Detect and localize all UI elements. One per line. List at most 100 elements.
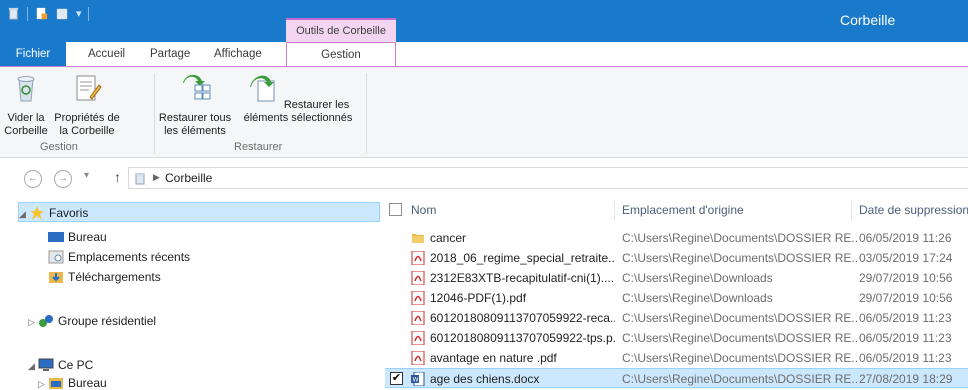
downloads-folder-icon — [49, 272, 63, 283]
file-row[interactable]: cancer C:\Users\Regine\Documents\DOSSIER… — [385, 228, 968, 248]
tab-manage[interactable]: Gestion — [286, 42, 396, 67]
recycle-bin-icon[interactable] — [6, 6, 21, 21]
file-row[interactable]: avantage en nature .pdf C:\Users\Regine\… — [385, 348, 968, 368]
tab-home[interactable]: Accueil — [80, 42, 133, 66]
file-name: age des chiens.docx — [430, 372, 540, 386]
properties-icon[interactable] — [34, 6, 49, 21]
group-separator — [366, 73, 367, 153]
nav-label: Ce PC — [58, 358, 94, 372]
group-label-manage: Gestion — [40, 141, 78, 153]
quick-access-toolbar: ▾ — [6, 6, 89, 21]
word-document-icon: W — [411, 372, 425, 386]
file-deleted-date: 27/08/2019 18:29 — [859, 372, 953, 386]
expanded-triangle-icon[interactable]: ◢ — [28, 356, 38, 376]
nav-item-pc-desktop[interactable]: ▷ Bureau — [38, 373, 107, 390]
context-tab-title: Outils de Corbeille — [286, 20, 396, 42]
bin-properties-button[interactable]: Propriétés de la Corbeille — [52, 71, 122, 138]
column-header-name[interactable]: Nom — [411, 198, 436, 222]
column-header-deleted[interactable]: Date de suppression — [859, 198, 968, 222]
file-origin: C:\Users\Regine\Documents\DOSSIER RE... — [622, 251, 857, 265]
file-deleted-date: 29/07/2019 10:56 — [859, 291, 953, 305]
file-row[interactable]: 60120180809113707059922-reca... C:\Users… — [385, 308, 968, 328]
nav-label: Bureau — [68, 230, 107, 244]
group-label-restore: Restaurer — [234, 141, 283, 153]
up-arrow-icon[interactable]: ↑ — [114, 169, 121, 185]
nav-item-favorites[interactable]: ◢ Favoris — [18, 202, 380, 222]
file-origin: C:\Users\Regine\Documents\DOSSIER RE... — [622, 372, 857, 386]
restore-selected-button[interactable]: Restaurer les éléments sélectionnés — [234, 71, 362, 125]
file-name: 2312E83XTB-recapitulatif-cni(1).... — [430, 271, 615, 285]
row-checkbox-checked[interactable]: ✔ — [390, 372, 403, 385]
tab-view[interactable]: Affichage — [206, 42, 270, 66]
title-bar: ▾ Outils de Corbeille Corbeille — [0, 0, 968, 42]
nav-item-downloads[interactable]: Téléchargements — [48, 267, 161, 287]
recycle-bin-icon — [17, 76, 35, 102]
empty-bin-button[interactable]: Vider la Corbeille — [0, 71, 52, 138]
file-list: Nom Emplacement d'origine Date de suppre… — [385, 194, 968, 390]
nav-item-desktop[interactable]: Bureau — [48, 227, 107, 247]
toolbar-separator — [87, 6, 89, 21]
ribbon-tabs: Fichier Accueil Partage Affichage Gestio… — [0, 42, 968, 67]
forward-button[interactable]: → — [54, 170, 72, 188]
chevron-down-icon[interactable]: ▾ — [76, 7, 82, 20]
file-name: 2018_06_regime_special_retraite... — [430, 251, 615, 265]
pdf-file-icon — [411, 351, 425, 365]
collapsed-triangle-icon[interactable]: ▷ — [38, 374, 48, 390]
desktop-icon — [48, 232, 64, 242]
nav-item-recent-places[interactable]: Emplacements récents — [48, 247, 190, 267]
file-origin: C:\Users\Regine\Documents\DOSSIER RE... — [622, 331, 857, 345]
desktop-folder-icon — [49, 378, 63, 389]
file-origin: C:\Users\Regine\Documents\DOSSIER RE... — [622, 231, 857, 245]
file-origin: C:\Users\Regine\Downloads — [622, 291, 773, 305]
tab-share[interactable]: Partage — [142, 42, 198, 66]
nav-item-this-pc[interactable]: ◢ Ce PC — [28, 355, 93, 375]
breadcrumb-recycle-bin[interactable]: Corbeille — [165, 171, 212, 185]
expanded-triangle-icon[interactable]: ◢ — [19, 204, 29, 224]
computer-icon — [38, 358, 54, 371]
address-field[interactable]: ▶ Corbeille — [128, 167, 968, 189]
pdf-file-icon — [411, 251, 425, 265]
back-button[interactable]: ← — [24, 170, 42, 188]
homegroup-icon — [39, 315, 53, 327]
file-origin: C:\Users\Regine\Documents\DOSSIER RE... — [622, 311, 857, 325]
navigation-pane: ◢ Favoris Bureau Emplacements récents Tél… — [0, 194, 380, 390]
pdf-file-icon — [411, 291, 425, 305]
file-deleted-date: 06/05/2019 11:23 — [859, 311, 952, 325]
tab-file[interactable]: Fichier — [0, 42, 66, 66]
file-row[interactable]: 12046-PDF(1).pdf C:\Users\Regine\Downloa… — [385, 288, 968, 308]
file-origin: C:\Users\Regine\Downloads — [622, 271, 773, 285]
pdf-file-icon — [411, 271, 425, 285]
star-icon — [30, 206, 44, 220]
restore-all-button[interactable]: Restaurer tous les éléments — [158, 71, 232, 138]
collapsed-triangle-icon[interactable]: ▷ — [28, 312, 38, 332]
file-deleted-date: 06/05/2019 11:23 — [859, 351, 952, 365]
new-folder-icon[interactable] — [55, 6, 70, 21]
recent-locations-chevron-icon[interactable]: ▾ — [84, 170, 89, 181]
select-all-checkbox[interactable] — [389, 203, 402, 216]
column-header-origin[interactable]: Emplacement d'origine — [622, 198, 744, 222]
file-deleted-date: 03/05/2019 17:24 — [859, 251, 953, 265]
file-deleted-date: 06/05/2019 11:23 — [859, 331, 952, 345]
nav-label: Favoris — [49, 206, 89, 220]
breadcrumb-separator-icon[interactable]: ▶ — [153, 172, 160, 183]
file-row[interactable]: 2312E83XTB-recapitulatif-cni(1).... C:\U… — [385, 268, 968, 288]
column-divider[interactable] — [851, 200, 852, 220]
nav-label: Emplacements récents — [68, 250, 191, 264]
file-name: 60120180809113707059922-reca... — [430, 311, 615, 325]
column-divider[interactable] — [614, 200, 615, 220]
nav-label: Téléchargements — [68, 270, 161, 284]
recent-places-icon — [48, 250, 64, 264]
pdf-file-icon — [411, 331, 425, 345]
svg-text:W: W — [413, 377, 419, 384]
recycle-bin-icon — [135, 173, 145, 185]
pdf-file-icon — [411, 311, 425, 325]
file-name: 12046-PDF(1).pdf — [430, 291, 527, 305]
ribbon: Vider la Corbeille Propriétés de la Corb… — [0, 66, 968, 158]
nav-label: Groupe résidentiel — [58, 314, 157, 328]
file-row-selected[interactable]: ✔ W age des chiens.docx C:\Users\Regine\… — [385, 368, 968, 388]
nav-item-homegroup[interactable]: ▷ Groupe résidentiel — [28, 311, 156, 331]
restore-all-icon — [183, 74, 211, 100]
folder-icon — [412, 234, 424, 243]
file-row[interactable]: 2018_06_regime_special_retraite... C:\Us… — [385, 248, 968, 268]
file-row[interactable]: 60120180809113707059922-tps.p... C:\User… — [385, 328, 968, 348]
